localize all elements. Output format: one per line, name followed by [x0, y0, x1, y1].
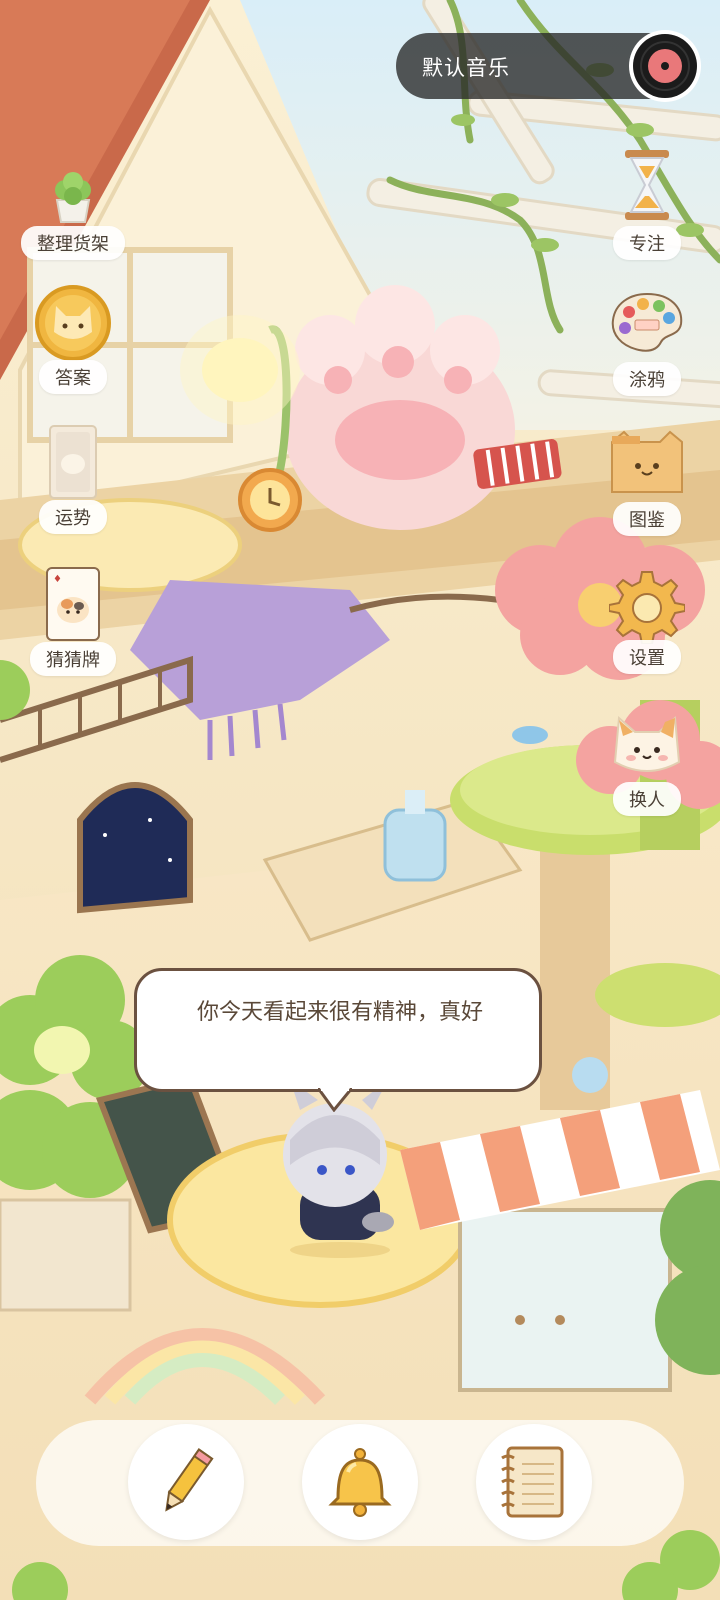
pencil-button[interactable]	[128, 1424, 244, 1540]
settings-button[interactable]: 设置	[592, 568, 702, 676]
switch-character-button[interactable]: 换人	[592, 708, 702, 818]
paint-palette-icon	[611, 292, 683, 352]
fortune-label: 运势	[39, 500, 107, 534]
pencil-icon	[165, 1448, 214, 1512]
guess-cards-label: 猜猜牌	[30, 642, 116, 676]
cat-box-icon	[611, 430, 683, 493]
answers-label: 答案	[39, 360, 107, 394]
focus-button[interactable]: 专注	[592, 148, 702, 260]
organize-shelf-label: 整理货架	[21, 226, 125, 260]
fortune-button[interactable]: 运势	[18, 424, 128, 536]
music-label: 默认音乐	[422, 56, 510, 80]
gear-icon	[609, 571, 685, 644]
settings-label: 设置	[613, 640, 681, 674]
svg-text:♦: ♦	[53, 574, 62, 585]
doodle-button[interactable]: 涂鸦	[592, 290, 702, 398]
guess-cards-button[interactable]: ♦ 猜猜牌	[18, 566, 128, 678]
bell-icon	[328, 1448, 392, 1517]
switch-character-label: 换人	[613, 782, 681, 816]
notebook-icon	[501, 1446, 564, 1518]
focus-label: 专注	[613, 226, 681, 260]
speech-text: 你今天看起来很有精神，真好	[196, 1000, 483, 1025]
collection-button[interactable]: 图鉴	[592, 430, 702, 538]
playing-card-icon: ♦	[46, 567, 100, 641]
bell-button[interactable]	[302, 1424, 418, 1540]
cat-coin-icon	[35, 285, 111, 361]
potted-plant-icon	[55, 172, 91, 223]
cat-face-icon	[613, 715, 681, 772]
speech-bubble-tail	[318, 1088, 352, 1112]
hourglass-icon	[625, 150, 669, 220]
fortune-card-icon	[49, 425, 97, 499]
collection-label: 图鉴	[613, 502, 681, 536]
character-speech-bubble: 你今天看起来很有精神，真好	[134, 968, 542, 1092]
answers-button[interactable]: 答案	[18, 284, 128, 394]
doodle-label: 涂鸦	[613, 362, 681, 396]
organize-shelf-button[interactable]: 整理货架	[18, 160, 128, 260]
vinyl-record-icon[interactable]	[628, 29, 702, 103]
notebook-button[interactable]	[476, 1424, 592, 1540]
music-selector[interactable]: 默认音乐	[396, 30, 701, 102]
